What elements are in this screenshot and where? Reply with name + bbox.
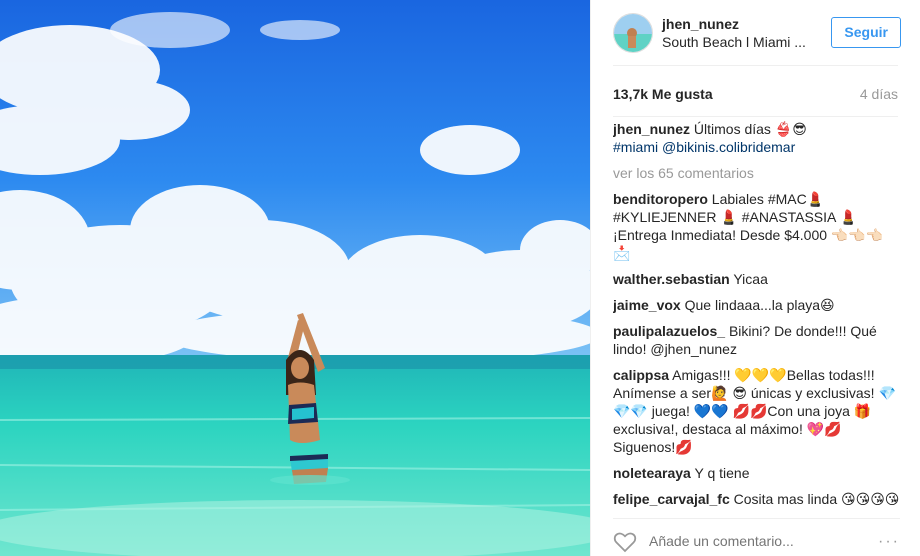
comment-item: calippsa Amigas!!! 💛💛💛Bellas todas!!! An… <box>613 366 900 456</box>
caption-text: Últimos días 👙😎 <box>693 121 807 137</box>
post-header: jhen_nunez South Beach l Miami ... Segui… <box>591 0 920 65</box>
header-location[interactable]: South Beach l Miami ... <box>662 33 831 51</box>
comment-item: felipe_carvajal_fc Cosita mas linda 😘😘😘😘 <box>613 490 900 508</box>
view-comments-link[interactable]: ver los 65 comentarios <box>613 164 900 182</box>
post-time[interactable]: 4 días <box>860 86 898 102</box>
comment-item: paulipalazuelos_ Bikini? De donde!!! Qué… <box>613 322 900 358</box>
comment-text: Yicaa <box>733 271 768 287</box>
header-text: jhen_nunez South Beach l Miami ... <box>662 15 831 51</box>
header-username[interactable]: jhen_nunez <box>662 15 831 33</box>
avatar[interactable] <box>613 12 653 53</box>
comments-list: jhen_nunez Últimos días 👙😎 #miami @bikin… <box>613 120 900 516</box>
comment-text: Cosita mas linda 😘😘😘😘 <box>733 491 900 507</box>
comment-username[interactable]: benditoropero <box>613 191 708 207</box>
comment-username[interactable]: paulipalazuelos_ <box>613 323 725 339</box>
add-comment-input[interactable] <box>649 532 869 549</box>
post-side-panel: jhen_nunez South Beach l Miami ... Segui… <box>590 0 920 556</box>
comment-username[interactable]: felipe_carvajal_fc <box>613 491 730 507</box>
comment-item: walther.sebastian Yicaa <box>613 270 900 288</box>
comment-item: jaime_vox Que lindaaa...la playa😆 <box>613 296 900 314</box>
post-photo[interactable] <box>0 0 590 556</box>
more-options-icon[interactable]: ··· <box>878 533 900 551</box>
likes-divider <box>613 116 898 117</box>
comment-text: Que lindaaa...la playa😆 <box>684 297 835 313</box>
caption: jhen_nunez Últimos días 👙😎 #miami @bikin… <box>613 120 900 156</box>
header-divider <box>613 65 898 66</box>
beach-photo-image <box>0 0 590 556</box>
likes-count[interactable]: 13,7k Me gusta <box>613 86 713 102</box>
caption-username[interactable]: jhen_nunez <box>613 121 690 137</box>
comment-username[interactable]: calippsa <box>613 367 669 383</box>
comment-text: Y q tiene <box>694 465 750 481</box>
caption-tags[interactable]: #miami @bikinis.colibridemar <box>613 139 795 155</box>
comment-username[interactable]: noletearaya <box>613 465 691 481</box>
likes-row: 13,7k Me gusta 4 días <box>613 86 898 102</box>
comment-username[interactable]: walther.sebastian <box>613 271 730 287</box>
comment-footer: ··· <box>613 518 900 556</box>
comment-username[interactable]: jaime_vox <box>613 297 681 313</box>
comment-item: noletearaya Y q tiene <box>613 464 900 482</box>
follow-button[interactable]: Seguir <box>831 17 901 48</box>
heart-outline-icon[interactable] <box>613 531 637 553</box>
comment-item: benditoropero Labiales #MAC💄 #KYLIEJENNE… <box>613 190 900 262</box>
